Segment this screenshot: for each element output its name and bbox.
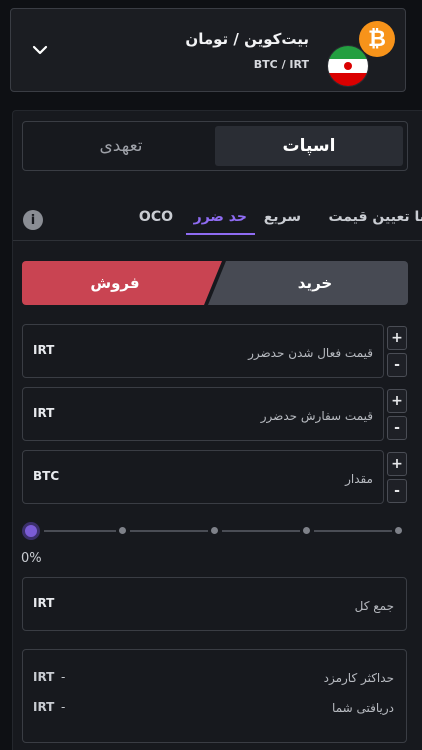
slider-percent: 0%: [21, 551, 42, 566]
market-selector[interactable]: بیت‌کوین / تومان BTC / IRT ₿: [10, 8, 406, 92]
slider-step[interactable]: [211, 527, 218, 534]
stop-trigger-price-field[interactable]: IRT قیمت فعال شدن حدضرر: [22, 324, 384, 378]
max-fee-label: حداکثر کارمزد: [323, 671, 394, 685]
total-field[interactable]: IRT جمع کل: [22, 577, 407, 631]
buy-button[interactable]: خرید: [208, 261, 408, 305]
receive-value: -: [61, 700, 66, 714]
slider-handle[interactable]: [22, 522, 40, 540]
field-label: جمع کل: [354, 599, 394, 613]
minus-button[interactable]: -: [387, 353, 407, 377]
max-fee-value: -: [61, 670, 66, 684]
tab-oco[interactable]: OCO: [139, 209, 173, 225]
trade-panel: تعهدی اسپات با تعیین قیمت سریع حد ضرر OC…: [12, 110, 422, 750]
plus-button[interactable]: +: [387, 389, 407, 413]
currency-label: IRT: [33, 406, 55, 420]
field-label: مقدار: [345, 472, 373, 486]
currency-label: BTC: [33, 469, 60, 483]
side-switch: فروش خرید: [22, 261, 408, 305]
slider-step[interactable]: [395, 527, 402, 534]
currency-label: IRT: [33, 596, 55, 610]
stop-order-price-field[interactable]: IRT قیمت سفارش حدضرر: [22, 387, 384, 441]
tab-stop-limit[interactable]: حد ضرر: [185, 209, 256, 235]
order-summary: IRT - حداکثر کارمزد IRT - دریافتی شما: [22, 649, 407, 743]
tab-spot[interactable]: اسپات: [215, 126, 403, 166]
currency-label: IRT: [33, 700, 55, 714]
slider-step[interactable]: [303, 527, 310, 534]
trade-mode-tabs: تعهدی اسپات: [22, 121, 408, 171]
amount-field[interactable]: BTC مقدار: [22, 450, 384, 504]
slider-step[interactable]: [119, 527, 126, 534]
plus-button[interactable]: +: [387, 452, 407, 476]
market-title: بیت‌کوین / تومان: [185, 30, 309, 48]
receive-label: دریافتی شما: [332, 701, 394, 715]
currency-label: IRT: [33, 343, 55, 357]
bitcoin-icon: ₿: [359, 21, 395, 57]
tab-limit[interactable]: با تعیین قیمت: [328, 209, 422, 225]
tab-market[interactable]: سریع: [264, 209, 301, 225]
order-type-tabs: با تعیین قیمت سریع حد ضرر OCO: [13, 207, 422, 241]
iran-flag-icon: [327, 45, 369, 87]
market-pair: BTC / IRT: [253, 58, 309, 71]
amount-slider[interactable]: [22, 519, 408, 543]
plus-button[interactable]: +: [387, 326, 407, 350]
sell-button[interactable]: فروش: [22, 261, 222, 305]
minus-button[interactable]: -: [387, 479, 407, 503]
tab-margin[interactable]: تعهدی: [27, 126, 215, 166]
chevron-down-icon[interactable]: [31, 41, 49, 59]
field-label: قیمت سفارش حدضرر: [260, 409, 373, 423]
info-icon[interactable]: i: [23, 210, 43, 230]
currency-label: IRT: [33, 670, 55, 684]
field-label: قیمت فعال شدن حدضرر: [248, 346, 373, 360]
minus-button[interactable]: -: [387, 416, 407, 440]
